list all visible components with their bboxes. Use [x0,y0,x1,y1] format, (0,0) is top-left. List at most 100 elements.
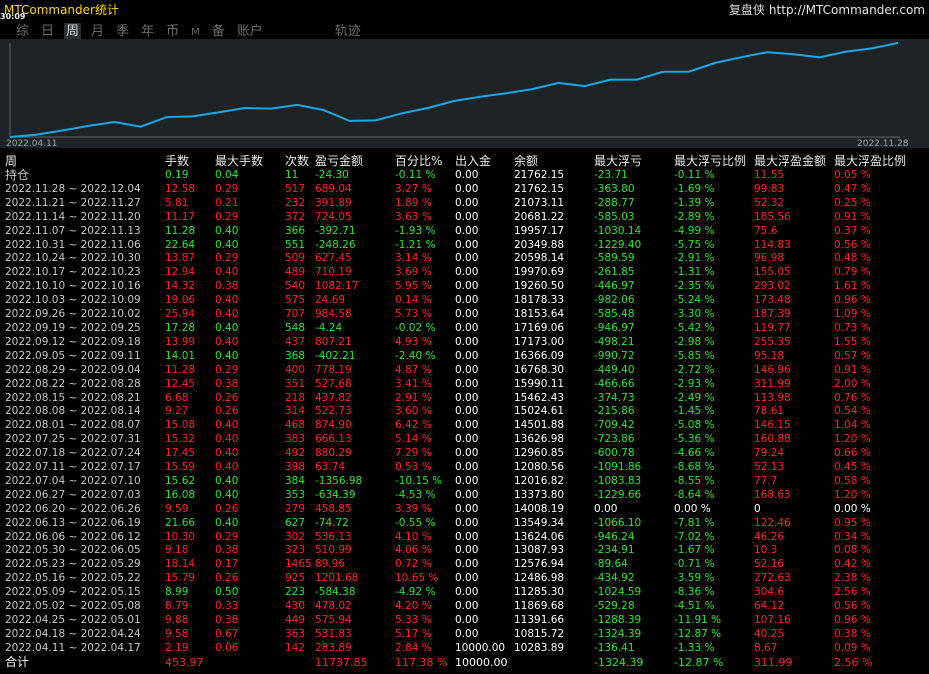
table-cell: 0.40 [215,294,239,307]
table-cell: 75.6 [754,224,778,237]
table-cell: 0.26 [215,502,239,515]
table-cell: 880.29 [315,447,352,460]
table-cell: 0.40 [215,474,239,487]
table-row[interactable]: 2022.06.13 ~ 2022.06.19 21.66 0.40 627 -74.7… [0,517,929,531]
table-row[interactable]: 2022.09.12 ~ 2022.09.18 13.99 0.40 437 807.2… [0,336,929,350]
table-row[interactable]: 2022.11.07 ~ 2022.11.13 11.28 0.40 366 -392.… [0,225,929,239]
row-label: 2022.06.13 ~ 2022.06.19 [5,516,141,529]
table-cell: 52.16 [754,558,785,571]
table-row[interactable]: 2022.05.23 ~ 2022.05.29 18.14 0.17 1465 89.9… [0,558,929,572]
table-cell: 11.28 [165,224,196,237]
table-row[interactable]: 2022.08.08 ~ 2022.08.14 9.27 0.26 314 522.73… [0,405,929,419]
table-cell: 24.69 [315,294,346,307]
table-cell: 5.73 % [395,308,432,321]
table-row[interactable]: 2022.05.30 ~ 2022.06.05 9.18 0.38 323 510.99… [0,544,929,558]
table-row[interactable]: 2022.06.20 ~ 2022.06.26 9.59 0.26 279 458.85… [0,503,929,517]
row-label: 2022.10.31 ~ 2022.11.06 [5,238,141,251]
table-cell: 575 [285,294,306,307]
table-cell: 4.20 % [395,600,432,613]
table-row[interactable]: 2022.06.06 ~ 2022.06.12 10.30 0.29 302 536.1… [0,531,929,545]
table-row[interactable]: 2022.06.27 ~ 2022.07.03 16.08 0.40 353 -634.… [0,489,929,503]
table-cell: 323 [285,544,306,557]
table-cell: 2.00 % [834,377,871,390]
table-cell: 0.76 % [834,391,871,404]
table-row[interactable]: 2022.11.28 ~ 2022.12.04 12.58 0.29 517 689.0… [0,183,929,197]
table-cell: 0.73 % [834,321,871,334]
brand-url[interactable]: http://MTCommander.com [769,3,925,17]
table-cell [285,656,315,670]
row-label: 2022.06.27 ~ 2022.07.03 [5,488,141,501]
table-cell: 0.00 [455,335,479,348]
table-row[interactable]: 2022.09.19 ~ 2022.09.25 17.28 0.40 548 -4.24… [0,322,929,336]
table-row[interactable]: 2022.07.25 ~ 2022.07.31 15.32 0.40 383 666.1… [0,433,929,447]
table-row[interactable]: 2022.09.05 ~ 2022.09.11 14.01 0.40 368 -402.… [0,350,929,364]
table-cell: 12016.82 [514,474,565,487]
table-cell: -4.66 % [674,447,715,460]
table-cell: 0.00 [455,294,479,307]
table-cell: 5.33 % [395,614,432,626]
table-cell: -4.99 % [674,224,715,237]
table-cell: 146.96 [754,363,791,376]
table-row[interactable]: 2022.05.16 ~ 2022.05.22 15.79 0.26 925 1201.… [0,572,929,586]
table-cell: 0.34 % [834,530,871,543]
table-cell: 12.45 [165,377,196,390]
table-cell: 2.38 % [834,572,871,585]
table-cell: -136.41 [594,641,635,654]
table-cell: 15.79 [165,572,196,585]
table-cell: 3.39 % [395,502,432,515]
table-cell: 1.55 % [834,335,871,348]
holding-row[interactable]: 持仓 0.19 0.04 11 -24.30 -0.11 % 0.00 21762.15 -23… [0,169,929,183]
table-cell: 89.96 [315,558,346,571]
table-row[interactable]: 2022.08.29 ~ 2022.09.04 11.28 0.29 400 778.1… [0,364,929,378]
table-cell: 311.99 [754,377,791,390]
table-cell: 160.88 [754,433,791,446]
table-row[interactable]: 2022.05.09 ~ 2022.05.15 8.99 0.50 223 -584.3… [0,586,929,600]
table-row[interactable]: 2022.11.14 ~ 2022.11.20 11.17 0.29 372 724.0… [0,211,929,225]
brand-link[interactable]: 复盘侠 http://MTCommander.com [729,1,925,18]
table-cell: -363.80 [594,182,635,195]
table-row[interactable]: 2022.08.15 ~ 2022.08.21 6.68 0.26 218 437.82… [0,392,929,406]
table-cell: 5.95 % [395,280,432,293]
table-cell: 0.00 [455,433,479,446]
table-row[interactable]: 2022.10.24 ~ 2022.10.30 13.87 0.29 509 627.4… [0,252,929,266]
table-row[interactable]: 2022.10.10 ~ 2022.10.16 14.32 0.38 540 1082.… [0,280,929,294]
row-label: 2022.04.11 ~ 2022.04.17 [5,641,141,654]
table-row[interactable]: 2022.07.04 ~ 2022.07.10 15.62 0.40 384 -1356… [0,475,929,489]
table-row[interactable]: 2022.04.11 ~ 2022.04.17 2.19 0.06 142 283.89… [0,642,929,656]
table-cell: 0.29 [215,252,239,265]
table-cell: 12.94 [165,266,196,279]
table-cell: 293.02 [754,280,791,293]
table-cell: -1229.66 [594,488,642,501]
table-cell: 107.16 [754,614,791,626]
table-cell: 0.00 [455,627,479,640]
table-row[interactable]: 2022.09.26 ~ 2022.10.02 25.94 0.40 707 984.5… [0,308,929,322]
table-row[interactable]: 2022.08.01 ~ 2022.08.07 15.08 0.40 468 874.9… [0,419,929,433]
table-row[interactable]: 2022.07.18 ~ 2022.07.24 17.45 0.40 492 880.2… [0,447,929,461]
table-cell: 0.91 % [834,210,871,223]
table-row[interactable]: 2022.07.11 ~ 2022.07.17 15.59 0.40 398 63.74… [0,461,929,475]
table-cell: -1288.39 [594,614,642,626]
table-cell: -1324.39 [594,655,644,669]
table-cell: 531.83 [315,627,352,640]
row-label: 2022.11.21 ~ 2022.11.27 [5,196,141,209]
table-row[interactable]: 2022.10.17 ~ 2022.10.23 12.94 0.40 489 710.1… [0,266,929,280]
table-row[interactable]: 2022.10.03 ~ 2022.10.09 19.06 0.40 575 24.69… [0,294,929,308]
table-row[interactable]: 2022.08.22 ~ 2022.08.28 12.45 0.38 351 527.6… [0,378,929,392]
table-cell: 0.26 [215,391,239,404]
table-cell: 9.27 [165,405,189,418]
row-label: 2022.08.01 ~ 2022.08.07 [5,419,141,432]
table-row[interactable]: 2022.10.31 ~ 2022.11.06 22.64 0.40 551 -248.… [0,239,929,253]
table-cell: 0.67 [215,627,239,640]
table-row[interactable]: 2022.04.25 ~ 2022.05.01 9.88 0.38 449 575.94… [0,614,929,628]
table-row[interactable]: 2022.04.18 ~ 2022.04.24 9.58 0.67 363 531.83… [0,628,929,642]
table-cell: -1066.10 [594,516,642,529]
table-row[interactable]: 2022.05.02 ~ 2022.05.08 8.79 0.33 430 478.02… [0,600,929,614]
table-cell: 9.59 [165,502,189,515]
table-cell: 52.13 [754,461,785,474]
table-row[interactable]: 2022.11.21 ~ 2022.11.27 5.81 0.21 232 391.89… [0,197,929,211]
table-cell: -709.42 [594,419,635,432]
table-cell: 14.01 [165,349,196,362]
table-cell: -589.59 [594,252,635,265]
total-row[interactable]: 合计 453.97 11737.85 117.38 % 10000.00 -1324.39… [0,656,929,670]
table-cell: 3.69 % [395,266,432,279]
